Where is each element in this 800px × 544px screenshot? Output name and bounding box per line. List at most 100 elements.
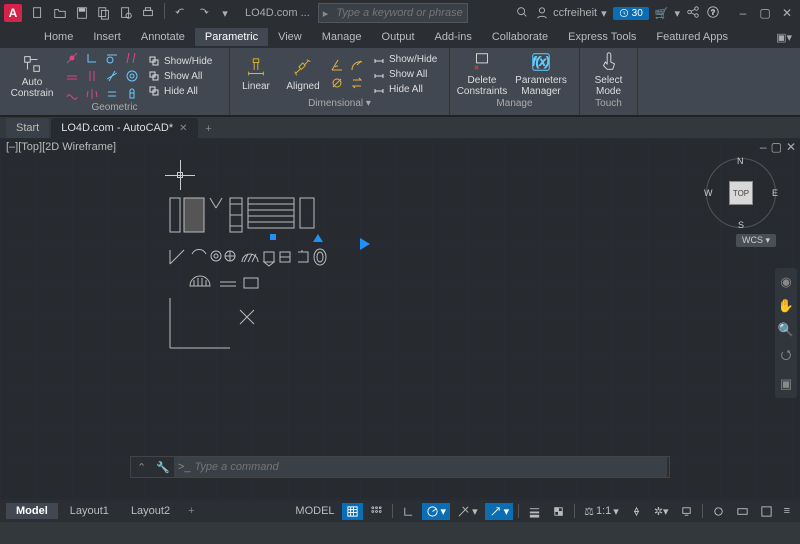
model-space-button[interactable]: MODEL <box>291 503 338 519</box>
layout-tab-1[interactable]: Layout1 <box>60 503 119 519</box>
show-hide-button[interactable]: Show/Hide <box>144 54 216 68</box>
parallel-icon[interactable] <box>123 50 141 66</box>
hardware-accel-toggle[interactable] <box>732 503 753 520</box>
search-icon[interactable] <box>515 5 529 22</box>
qat-dropdown-icon[interactable]: ▾ <box>215 3 235 23</box>
angular-icon[interactable] <box>328 57 346 73</box>
qat-web-icon[interactable] <box>116 3 136 23</box>
zoom-icon[interactable]: 🔍 <box>778 322 794 338</box>
viewport-label[interactable]: [–][Top][2D Wireframe] <box>6 141 116 153</box>
ortho-toggle[interactable] <box>398 503 419 520</box>
close-tab-icon[interactable]: ✕ <box>179 123 187 134</box>
lineweight-toggle[interactable] <box>524 503 545 520</box>
perpendicular-icon[interactable] <box>83 50 101 66</box>
vertical-icon[interactable] <box>83 68 101 84</box>
layout-tab-model[interactable]: Model <box>6 503 58 519</box>
minimize-button[interactable]: – <box>734 4 752 22</box>
share-icon[interactable] <box>686 5 700 22</box>
osnap-toggle[interactable]: ▾ <box>485 503 514 520</box>
showmotion-icon[interactable]: ▣ <box>780 376 792 392</box>
orbit-icon[interactable]: ⭯ <box>781 346 792 368</box>
transparency-toggle[interactable] <box>548 503 569 520</box>
search-box[interactable]: ▸ <box>318 3 468 23</box>
viewport[interactable]: [–][Top][2D Wireframe] – ▢ ✕ TOP N S E W… <box>0 138 800 500</box>
vp-close-icon[interactable]: ✕ <box>786 140 796 154</box>
qat-save-icon[interactable] <box>72 3 92 23</box>
clean-screen-toggle[interactable] <box>756 503 777 520</box>
cmd-customize-icon[interactable]: 🔧 <box>152 461 174 474</box>
convert-icon[interactable] <box>348 75 366 91</box>
trial-badge[interactable]: 30 <box>613 7 649 20</box>
tab-insert[interactable]: Insert <box>83 28 131 46</box>
workspace-switcher[interactable]: ✲▾ <box>650 503 673 520</box>
qat-open-icon[interactable] <box>50 3 70 23</box>
layout-tab-2[interactable]: Layout2 <box>121 503 180 519</box>
snap-toggle[interactable] <box>366 503 387 520</box>
user-menu[interactable]: ccfreiheit ▾ <box>535 6 607 20</box>
delete-constraints-button[interactable]: Delete Constraints <box>454 50 510 98</box>
qat-saveas-icon[interactable] <box>94 3 114 23</box>
tangent-icon[interactable] <box>103 50 121 66</box>
grid-toggle[interactable] <box>342 503 363 520</box>
annotation-monitor[interactable] <box>676 503 697 520</box>
compass-s[interactable]: S <box>738 220 744 230</box>
concentric-icon[interactable] <box>123 68 141 84</box>
wcs-badge[interactable]: WCS ▾ <box>736 234 776 247</box>
help-icon[interactable]: ? <box>706 5 720 22</box>
nav-wheel-icon[interactable]: ◉ <box>780 274 791 290</box>
select-mode-button[interactable]: Select Mode <box>584 50 633 98</box>
cart-icon[interactable]: 🛒 <box>655 7 669 20</box>
command-line[interactable]: ⌃ 🔧 >_ <box>130 456 670 478</box>
symmetric-icon[interactable] <box>83 86 101 102</box>
tab-annotate[interactable]: Annotate <box>131 28 195 46</box>
dim-show-hide-button[interactable]: Show/Hide <box>369 52 441 66</box>
compass-n[interactable]: N <box>737 156 744 166</box>
tab-manage[interactable]: Manage <box>312 28 372 46</box>
vp-maximize-icon[interactable]: ▢ <box>771 140 782 154</box>
coincident-icon[interactable] <box>63 50 81 66</box>
annotation-scale[interactable]: ⚖ 1:1▾ <box>580 503 623 520</box>
maximize-button[interactable]: ▢ <box>756 4 774 22</box>
panel-title-dimensional[interactable]: Dimensional ▾ <box>234 98 445 113</box>
add-tab-button[interactable]: + <box>200 120 218 138</box>
tab-output[interactable]: Output <box>372 28 425 46</box>
panel-menu-icon[interactable]: ▣▾ <box>776 31 792 44</box>
aligned-button[interactable]: Aligned <box>281 50 325 98</box>
compass-w[interactable]: W <box>704 188 713 198</box>
tab-home[interactable]: Home <box>34 28 83 46</box>
doc-tab-active[interactable]: LO4D.com - AutoCAD*✕ <box>51 118 197 138</box>
tab-featured[interactable]: Featured Apps <box>646 28 738 46</box>
dim-show-all-button[interactable]: Show All <box>369 67 441 81</box>
horizontal-icon[interactable] <box>63 68 81 84</box>
vp-minimize-icon[interactable]: – <box>760 140 767 154</box>
auto-constrain-button[interactable]: Auto Constrain <box>4 52 60 100</box>
app-switcher-icon[interactable]: ▾ <box>674 7 680 20</box>
close-button[interactable]: ✕ <box>778 4 796 22</box>
radius-icon[interactable] <box>348 57 366 73</box>
isodraft-toggle[interactable]: ▾ <box>453 503 482 520</box>
tab-express[interactable]: Express Tools <box>558 28 646 46</box>
hide-all-button[interactable]: Hide All <box>144 84 216 98</box>
cmd-history-icon[interactable]: ⌃ <box>131 461 152 474</box>
customization-button[interactable]: ≡ <box>780 503 794 519</box>
layout-add-button[interactable]: + <box>182 505 200 517</box>
tab-view[interactable]: View <box>268 28 312 46</box>
tab-collaborate[interactable]: Collaborate <box>482 28 558 46</box>
doc-tab-start[interactable]: Start <box>6 118 49 138</box>
annotation-visibility-toggle[interactable] <box>626 503 647 520</box>
viewcube[interactable]: TOP N S E W <box>706 158 776 228</box>
compass-e[interactable]: E <box>772 188 778 198</box>
linear-button[interactable]: Linear <box>234 50 278 98</box>
search-input[interactable] <box>332 7 466 19</box>
qat-undo-icon[interactable] <box>171 3 191 23</box>
smooth-icon[interactable] <box>63 86 81 102</box>
pan-icon[interactable]: ✋ <box>778 298 794 314</box>
panel-title-geometric[interactable]: Geometric <box>4 102 225 113</box>
polar-toggle[interactable]: ▾ <box>422 503 451 520</box>
collinear-icon[interactable] <box>103 68 121 84</box>
isolate-objects[interactable] <box>708 503 729 520</box>
parameters-manager-button[interactable]: f(x) Parameters Manager <box>513 50 569 98</box>
app-logo[interactable]: A <box>4 4 22 22</box>
show-all-button[interactable]: Show All <box>144 69 216 83</box>
command-input[interactable] <box>194 461 663 473</box>
